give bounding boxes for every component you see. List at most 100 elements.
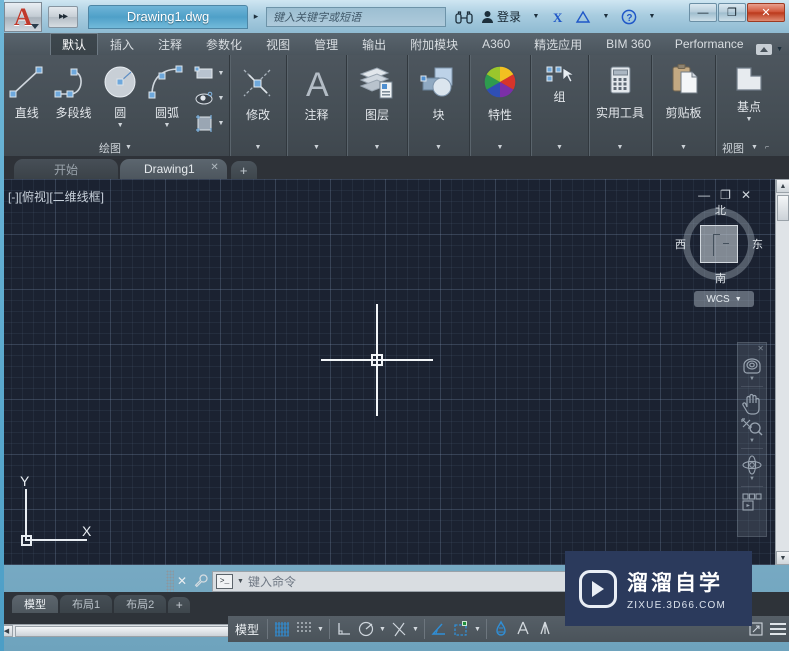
hatch-button[interactable]: ▼ [191, 86, 227, 110]
properties-button[interactable]: 特性 [474, 60, 526, 123]
annotation-button[interactable]: A 注释 [291, 60, 343, 123]
title-chevron-icon[interactable]: ▸ [250, 7, 262, 27]
layout-tab-layout1[interactable]: 布局1 [60, 595, 113, 613]
new-document-tab-button[interactable]: + [230, 161, 257, 179]
modify-panel-title[interactable]: ▼ [232, 139, 284, 156]
transparency-toggle[interactable] [512, 618, 534, 640]
drawing-canvas[interactable]: [-][俯视][二维线框] — ❐ ✕ 北 南 西 东 WCS ▼ ✕ ▼ ▼ … [0, 179, 789, 565]
block-button[interactable]: 块 [413, 60, 465, 123]
draw-panel-chevron-down-icon[interactable]: ▼ [125, 144, 132, 151]
status-model-space-button[interactable]: 模型 [230, 618, 264, 640]
search-input[interactable]: 键入关键字或短语 [266, 6, 446, 27]
ribbon-tab-addins[interactable]: 附加模块 [398, 33, 470, 55]
ribbon-tab-annotate[interactable]: 注释 [146, 33, 194, 55]
doc-tab-start[interactable]: 开始 [14, 159, 119, 179]
ribbon-tab-featured-apps[interactable]: 精选应用 [522, 33, 594, 55]
doc-tab-drawing1[interactable]: Drawing1 ✕ [120, 159, 227, 179]
view-panel-chevron-down-icon[interactable]: ▼ [751, 144, 758, 151]
viewcube-west-label[interactable]: 西 [675, 236, 686, 252]
autodesk-a360-icon[interactable] [572, 6, 594, 28]
grid-display-toggle[interactable] [271, 618, 293, 640]
view-panel-dialog-launcher-icon[interactable]: ⌐ [765, 144, 769, 151]
layers-panel-title[interactable]: ▼ [349, 139, 405, 156]
gradient-dropdown-chevron-icon[interactable]: ▼ [218, 120, 225, 127]
navbar-close-icon[interactable]: ✕ [757, 344, 764, 353]
selection-cycling-toggle[interactable] [534, 618, 556, 640]
circle-button[interactable]: 圆 ▼ [98, 60, 144, 129]
ortho-mode-toggle[interactable] [333, 618, 355, 640]
polar-tracking-toggle[interactable] [355, 618, 377, 640]
customization-hamburger-menu-icon[interactable] [770, 623, 786, 635]
osnap-tracking-chevron-down-icon[interactable]: ▼ [472, 618, 483, 640]
block-panel-chevron-down-icon[interactable]: ▼ [435, 144, 442, 151]
viewport-minimize-button[interactable]: — [698, 188, 710, 202]
ribbon-tab-output[interactable]: 输出 [350, 33, 398, 55]
dynamic-angle-toggle[interactable] [428, 618, 450, 640]
vertical-scroll-thumb[interactable] [777, 195, 789, 221]
binoculars-icon[interactable] [452, 6, 476, 28]
object-snap-chevron-down-icon[interactable]: ▼ [410, 618, 421, 640]
view-panel-title[interactable]: 视图 ▼ ⌐ [718, 139, 780, 156]
modify-panel-chevron-down-icon[interactable]: ▼ [255, 144, 262, 151]
pan-button[interactable] [739, 391, 765, 415]
new-layout-button[interactable]: + [168, 597, 191, 613]
viewcube[interactable]: 北 南 西 东 [675, 204, 763, 285]
viewcube-east-label[interactable]: 东 [752, 236, 763, 252]
steering-wheel-button[interactable]: ▼ [739, 355, 765, 382]
zoom-button[interactable]: ▼ [739, 417, 765, 444]
help-chevron-down-icon[interactable]: ▼ [642, 6, 662, 28]
ribbon-tab-view[interactable]: 视图 [254, 33, 302, 55]
command-line-wrench-icon[interactable] [190, 570, 212, 592]
zoom-chevron-down-icon[interactable]: ▼ [749, 438, 755, 444]
scroll-up-button[interactable]: ▲ [776, 179, 789, 193]
application-menu-button[interactable]: A [4, 2, 42, 32]
ribbon-tab-performance[interactable]: Performance [663, 33, 756, 55]
viewport-close-button[interactable]: ✕ [741, 188, 751, 202]
properties-panel-title[interactable]: ▼ [472, 139, 528, 156]
snap-mode-chevron-down-icon[interactable]: ▼ [315, 618, 326, 640]
layout-tab-model[interactable]: 模型 [12, 595, 58, 613]
base-point-dropdown-chevron-icon[interactable]: ▼ [746, 116, 753, 123]
utilities-button[interactable]: 实用工具 [591, 60, 649, 121]
modify-button[interactable]: 修改 [232, 60, 284, 123]
qat-expand-button[interactable]: ▸▸ [48, 5, 78, 28]
command-history-chevron-down-icon[interactable]: ▼ [237, 578, 244, 585]
group-panel-title[interactable]: ▼ [533, 139, 586, 156]
gradient-button[interactable]: ▼ [191, 111, 227, 135]
ribbon-minimize-chevron-down-icon[interactable]: ▼ [776, 46, 783, 53]
group-panel-chevron-down-icon[interactable]: ▼ [556, 144, 563, 151]
layout-tab-layout2[interactable]: 布局2 [114, 595, 167, 613]
autodesk-exchange-x-icon[interactable]: X [548, 6, 570, 28]
viewcube-top-face[interactable] [700, 225, 738, 263]
circle-dropdown-chevron-icon[interactable]: ▼ [117, 122, 124, 129]
hatch-dropdown-chevron-icon[interactable]: ▼ [218, 95, 225, 102]
annotation-panel-title[interactable]: ▼ [289, 139, 344, 156]
annotation-panel-chevron-down-icon[interactable]: ▼ [313, 144, 320, 151]
ribbon-tab-insert[interactable]: 插入 [98, 33, 146, 55]
login-button[interactable]: 登录 [478, 6, 524, 28]
utilities-panel-title[interactable]: ▼ [591, 139, 649, 156]
command-line-drag-grip-icon[interactable] [166, 570, 174, 592]
minimize-button[interactable]: — [689, 3, 717, 22]
layers-panel-chevron-down-icon[interactable]: ▼ [374, 144, 381, 151]
arc-dropdown-chevron-icon[interactable]: ▼ [164, 122, 171, 129]
doc-tab-close-icon[interactable]: ✕ [210, 162, 218, 173]
ribbon-tab-a360[interactable]: A360 [470, 33, 522, 55]
command-line-close-icon[interactable]: ✕ [174, 570, 190, 592]
object-snap-tracking-toggle[interactable] [450, 618, 472, 640]
login-chevron-down-icon[interactable]: ▼ [526, 6, 546, 28]
scroll-down-button[interactable]: ▼ [776, 551, 789, 565]
close-button[interactable]: ✕ [747, 3, 785, 22]
clipboard-panel-title[interactable]: ▼ [654, 139, 713, 156]
rectangle-button[interactable]: ▼ [191, 61, 227, 85]
block-panel-title[interactable]: ▼ [410, 139, 467, 156]
orbit-chevron-down-icon[interactable]: ▼ [749, 476, 755, 482]
command-input[interactable]: >_ ▼ 键入命令 [212, 570, 626, 592]
base-point-button[interactable]: 基点 ▼ [718, 60, 780, 123]
orbit-button[interactable]: ▼ [739, 453, 765, 482]
ribbon-tab-manage[interactable]: 管理 [302, 33, 350, 55]
snap-mode-toggle[interactable] [293, 618, 315, 640]
wcs-selector-button[interactable]: WCS ▼ [694, 291, 754, 307]
vertical-scrollbar[interactable]: ▲ ▼ [775, 179, 789, 565]
clipboard-panel-chevron-down-icon[interactable]: ▼ [680, 144, 687, 151]
